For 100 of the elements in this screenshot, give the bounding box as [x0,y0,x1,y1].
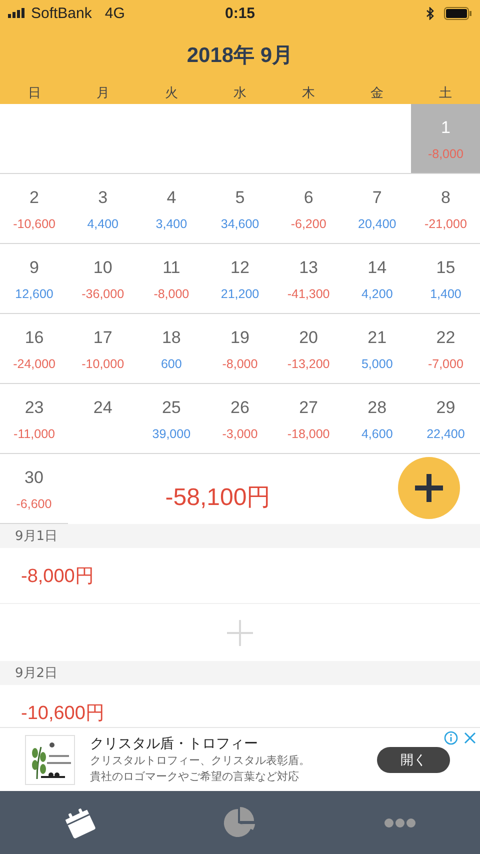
calendar-day[interactable]: 10 -36,000 [68,244,138,313]
close-icon[interactable] [464,732,476,744]
signal-icon [8,8,26,18]
day-number: 30 [24,468,44,488]
calendar-day[interactable]: 21 5,000 [342,314,412,383]
day-number: 1 [440,118,450,138]
day-number: 7 [372,188,382,208]
calendar-day[interactable]: 25 39,000 [137,384,206,453]
day-amount: 4,200 [361,287,393,301]
day-amount: 5,000 [361,357,393,371]
day-number: 26 [230,398,250,418]
entry-amount: -8,000円 [21,564,94,588]
calendar-day[interactable]: 13 -41,300 [274,244,343,313]
ad-text: クリスタルトロフィー、クリスタル表彰盾。 [90,753,311,768]
pie-chart-icon [222,806,258,840]
calendar-day[interactable]: 27 -18,000 [274,384,343,453]
clock-time: 0:15 [224,4,256,22]
weekday-label: 水 [232,85,248,102]
calendar-icon [63,806,97,840]
day-amount: -6,600 [16,497,52,511]
day-number: 18 [162,328,181,348]
month-total: -58,100円 [165,483,271,513]
calendar-day[interactable]: 16 -24,000 [0,314,69,383]
day-amount: 3,400 [156,217,188,231]
day-amount: -36,000 [82,287,124,301]
weekday-label: 土 [438,85,454,102]
day-amount: 21,200 [220,287,260,301]
day-number: 13 [299,258,318,278]
calendar-day[interactable]: 8 -21,000 [411,174,480,243]
day-amount: -18,000 [287,427,330,441]
calendar-day[interactable]: 24 [68,384,138,453]
weekday-label: 月 [95,85,110,102]
calendar-day[interactable]: 26 -3,000 [206,384,274,453]
calendar-day[interactable]: 5 34,600 [206,174,274,243]
day-amount: 34,600 [220,217,260,231]
day-number: 10 [93,258,112,278]
day-number: 9 [30,258,40,278]
calendar-day[interactable]: 18 600 [137,314,206,383]
day-amount: 4,600 [361,427,393,441]
calendar-day[interactable]: 15 1,400 [411,244,480,313]
weekday-label: 金 [370,85,385,102]
calendar-day[interactable]: 20 -13,200 [274,314,343,383]
day-amount: 39,000 [152,427,191,441]
day-number: 12 [230,258,250,278]
calendar-day[interactable]: 6 -6,200 [274,174,343,243]
ad-banner[interactable]: クリスタル盾・トロフィー クリスタルトロフィー、クリスタル表彰盾。 貴社のロゴマークやご希望の言葉など対応 開く [0,727,480,791]
day-amount: -21,000 [424,217,467,231]
day-number: 15 [436,258,456,278]
open-button[interactable]: 開く [377,746,450,772]
network-type: 4G [104,4,125,22]
calendar-day[interactable]: 14 4,200 [342,244,412,313]
day-number: 4 [166,188,176,208]
ad-text: 貴社のロゴマークやご希望の言葉など対応 [90,768,300,784]
calendar-day[interactable]: 3 4,400 [68,174,138,243]
calendar-day[interactable]: 7 20,400 [342,174,412,243]
day-number: 29 [436,398,456,418]
calendar-day[interactable]: 19 -8,000 [206,314,274,383]
day-number: 27 [299,398,318,418]
calendar-day[interactable]: 29 22,400 [411,384,480,453]
day-amount: -13,200 [287,357,330,371]
day-amount: -10,600 [13,217,56,231]
day-number: 14 [368,258,387,278]
plus-icon[interactable] [227,620,253,646]
ad-title: クリスタル盾・トロフィー [90,735,259,754]
day-amount: -7,000 [428,357,464,371]
day-number: 25 [162,398,181,418]
day-amount: -6,200 [290,217,326,231]
calendar-day[interactable]: 2 -10,600 [0,174,69,243]
calendar-day[interactable]: 17 -10,000 [68,314,138,383]
entry-row[interactable]: -8,000円 [0,548,480,604]
info-icon[interactable] [444,731,458,745]
date-label: 9月2日 [15,665,58,682]
day-number: 28 [368,398,387,418]
day-amount: -3,000 [222,427,258,441]
calendar-day[interactable]: 23 -11,000 [0,384,69,453]
weekday-label: 木 [301,85,316,102]
day-amount: -8,000 [222,357,258,371]
day-number: 17 [93,328,112,348]
calendar-day[interactable]: 4 3,400 [137,174,206,243]
day-amount: -8,000 [154,287,190,301]
day-number: 23 [24,398,44,418]
more-icon [384,818,416,828]
day-amount: 600 [160,357,182,371]
calendar-day[interactable]: 9 12,600 [0,244,69,313]
calendar-day[interactable]: 22 -7,000 [411,314,480,383]
day-amount: 20,400 [358,217,396,231]
day-amount: -11,000 [14,427,56,441]
bluetooth-icon [426,6,434,20]
calendar-day[interactable]: 28 4,600 [342,384,412,453]
day-number: 24 [93,398,112,418]
calendar-day[interactable]: 11 -8,000 [137,244,206,313]
month-title: 2018年 9月 [186,43,294,69]
day-amount: -41,300 [287,287,330,301]
day-number: 16 [24,328,44,348]
day-amount: 4,400 [87,217,118,231]
entry-amount: -10,600円 [21,702,104,726]
calendar-day[interactable]: 12 21,200 [206,244,274,313]
day-amount: 12,600 [15,287,54,301]
day-number: 21 [368,328,387,348]
day-number: 8 [440,188,450,208]
